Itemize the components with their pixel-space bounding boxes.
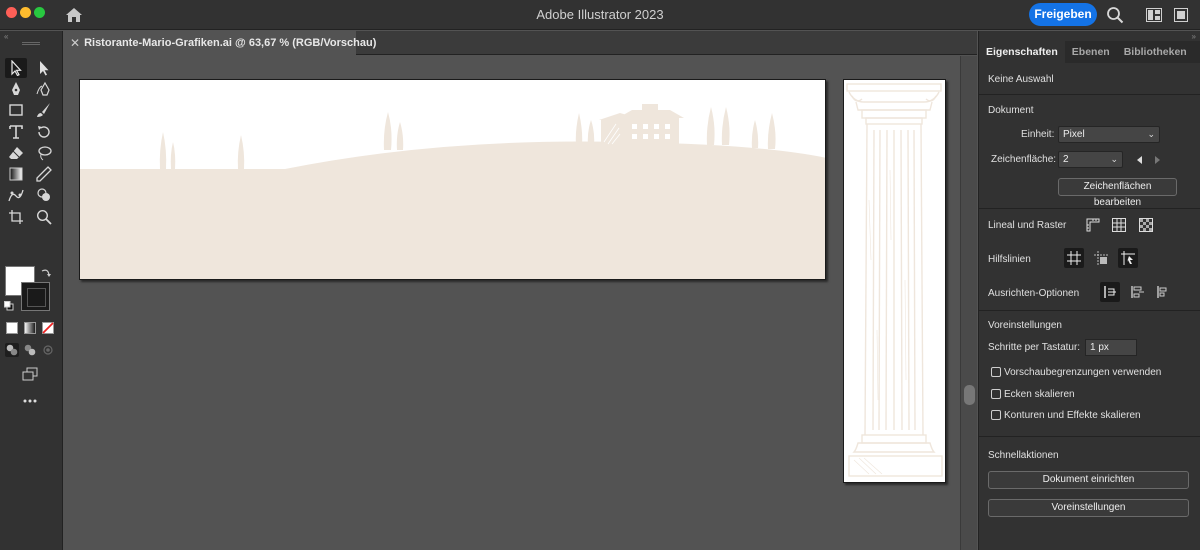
search-icon[interactable]: [1106, 6, 1124, 24]
section-divider: [979, 208, 1200, 209]
chevron-down-icon: ⌄: [1147, 129, 1155, 139]
artboard-column[interactable]: [843, 79, 946, 483]
stroke-color-swatch[interactable]: [21, 282, 50, 311]
change-screen-mode-icon[interactable]: [19, 364, 41, 384]
draw-normal-icon[interactable]: [5, 343, 19, 357]
scale-corners-checkbox[interactable]: [991, 389, 1001, 399]
gradient-mode-icon[interactable]: [24, 322, 36, 334]
swap-fill-stroke-icon[interactable]: [40, 267, 52, 279]
curvature-tool-icon[interactable]: [33, 79, 55, 99]
scale-strokes-effects-checkbox[interactable]: [991, 410, 1001, 420]
tools-panel: «: [0, 31, 63, 550]
title-bar: Adobe Illustrator 2023 Freigeben: [0, 0, 1200, 30]
none-mode-icon[interactable]: [42, 322, 54, 334]
rulers-grid-label: Lineal und Raster: [988, 220, 1067, 231]
puppet-warp-tool-icon[interactable]: [5, 185, 27, 205]
keyboard-increment-input[interactable]: 1 px: [1085, 339, 1137, 356]
zoom-tool-icon[interactable]: [33, 207, 55, 227]
align-options-label: Ausrichten-Optionen: [988, 288, 1080, 299]
collapse-panel-icon[interactable]: »: [1192, 32, 1196, 41]
unit-select-value: Pixel: [1063, 129, 1085, 140]
smart-guides-icon[interactable]: [1091, 248, 1111, 268]
scale-strokes-effects-label: Konturen und Effekte skalieren: [1004, 410, 1141, 421]
transparency-grid-icon[interactable]: [1136, 215, 1156, 235]
align-to-selection-icon[interactable]: [1127, 282, 1147, 302]
artboard-select-value: 2: [1063, 154, 1069, 165]
document-tab-title: Ristorante-Mario-Grafiken.ai @ 63,67 % (…: [84, 37, 377, 49]
section-divider: [979, 436, 1200, 437]
paintbrush-tool-icon[interactable]: [33, 100, 55, 120]
lasso-tool-icon[interactable]: [33, 143, 55, 163]
app-title: Adobe Illustrator 2023: [536, 7, 664, 22]
canvas-vertical-scrollbar[interactable]: [960, 56, 977, 550]
selection-tool-icon[interactable]: [5, 58, 27, 78]
close-tab-icon[interactable]: ✕: [70, 36, 80, 50]
snap-to-guides-icon[interactable]: [1118, 248, 1138, 268]
artboard-landscape[interactable]: [79, 79, 826, 280]
section-divider: [979, 94, 1200, 95]
align-to-pixel-grid-icon[interactable]: [1100, 282, 1120, 302]
document-setup-button[interactable]: Dokument einrichten: [988, 471, 1189, 489]
unit-select[interactable]: Pixel ⌄: [1058, 126, 1160, 143]
tab-layers[interactable]: Ebenen: [1065, 41, 1117, 63]
rulers-icon[interactable]: [1083, 215, 1103, 235]
document-tab-bar: ✕ Ristorante-Mario-Grafiken.ai @ 63,67 %…: [64, 31, 977, 55]
landscape-artwork: [80, 104, 825, 279]
canvas[interactable]: [64, 56, 960, 550]
collapse-toolbar-icon[interactable]: «: [4, 32, 8, 41]
scrollbar-thumb[interactable]: [964, 385, 975, 405]
guides-icon[interactable]: [1064, 248, 1084, 268]
no-selection-label: Keine Auswahl: [988, 74, 1054, 85]
panel-tab-bar: Eigenschaften Ebenen Bibliotheken: [979, 41, 1200, 63]
rectangle-tool-icon[interactable]: [5, 100, 27, 120]
section-divider: [979, 310, 1200, 311]
document-tab[interactable]: ✕ Ristorante-Mario-Grafiken.ai @ 63,67 %…: [64, 31, 376, 55]
eyedropper-tool-icon[interactable]: [33, 164, 55, 184]
next-artboard-icon[interactable]: [1147, 150, 1167, 170]
guides-label: Hilfslinien: [988, 254, 1031, 265]
scale-corners-label: Ecken skalieren: [1004, 389, 1075, 400]
column-artwork: [846, 83, 943, 477]
properties-panel: » Eigenschaften Ebenen Bibliotheken Kein…: [978, 31, 1200, 550]
unit-label: Einheit:: [1021, 129, 1055, 140]
keyboard-increment-label: Schritte per Tastatur:: [988, 342, 1081, 353]
type-tool-icon[interactable]: [5, 122, 27, 142]
color-mode-icon[interactable]: [6, 322, 18, 334]
document-heading: Dokument: [988, 105, 1034, 116]
preferences-heading: Voreinstellungen: [988, 320, 1062, 331]
gradient-tool-icon[interactable]: [5, 164, 27, 184]
draw-behind-icon[interactable]: [23, 343, 37, 357]
quick-actions-heading: Schnellaktionen: [988, 450, 1059, 461]
rotate-tool-icon[interactable]: [33, 122, 55, 142]
default-fill-stroke-icon[interactable]: [4, 301, 14, 311]
arrange-documents-icon[interactable]: [1146, 8, 1162, 22]
pen-tool-icon[interactable]: [5, 79, 27, 99]
preview-bounds-label: Vorschaubegrenzungen verwenden: [1004, 367, 1162, 378]
artboard-label: Zeichenfläche:: [991, 154, 1057, 165]
grid-icon[interactable]: [1109, 215, 1129, 235]
draw-inside-icon[interactable]: [41, 343, 55, 357]
align-to-artboard-icon[interactable]: [1153, 282, 1173, 302]
eraser-tool-icon[interactable]: [5, 143, 27, 163]
more-tools-icon[interactable]: [19, 391, 41, 411]
preferences-button[interactable]: Voreinstellungen: [988, 499, 1189, 517]
direct-selection-tool-icon[interactable]: [33, 58, 55, 78]
tab-libraries[interactable]: Bibliotheken: [1117, 41, 1194, 63]
preview-bounds-checkbox[interactable]: [991, 367, 1001, 377]
shape-builder-tool-icon[interactable]: [33, 185, 55, 205]
toolbar-grip[interactable]: [22, 42, 40, 45]
share-button[interactable]: Freigeben: [1029, 3, 1097, 26]
chevron-down-icon: ⌄: [1110, 154, 1118, 164]
workspace-switcher-icon[interactable]: [1174, 8, 1188, 22]
artboard-select[interactable]: 2 ⌄: [1058, 151, 1123, 168]
edit-artboards-button[interactable]: Zeichenflächen bearbeiten: [1058, 178, 1177, 208]
artboard-tool-icon[interactable]: [5, 207, 27, 227]
tab-properties[interactable]: Eigenschaften: [979, 41, 1065, 63]
